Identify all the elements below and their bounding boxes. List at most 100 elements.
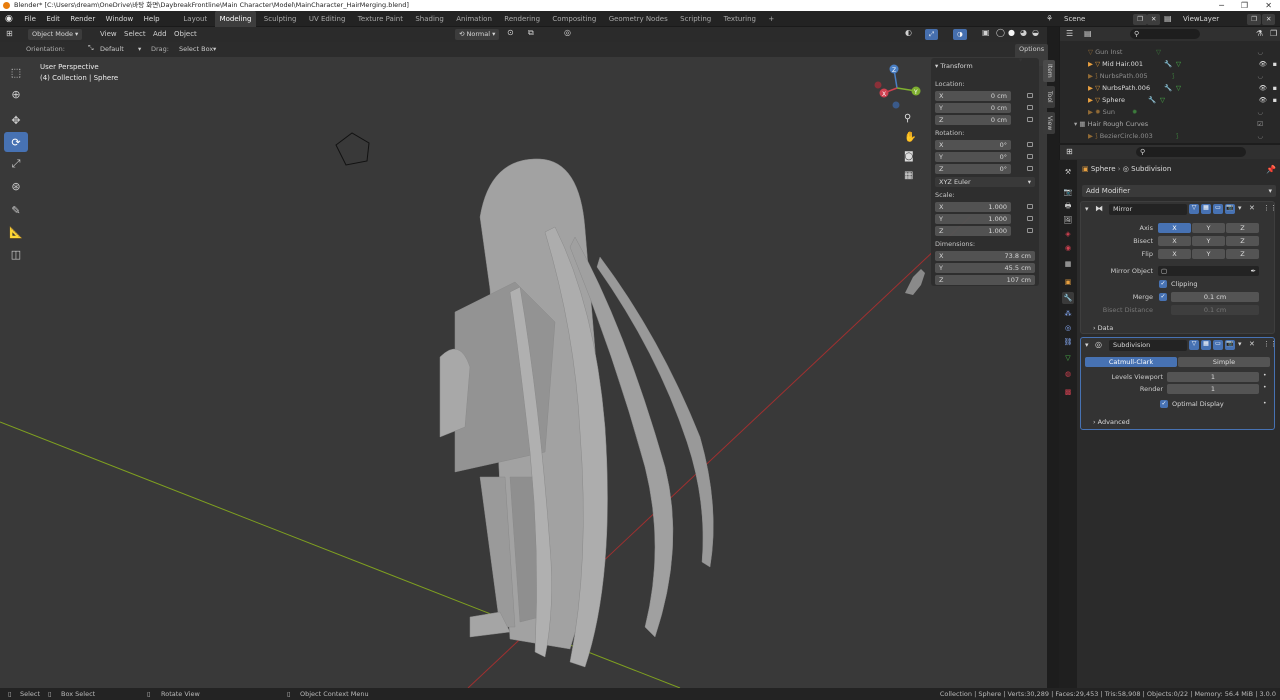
wireframe-shading-icon[interactable]: ◯ (996, 28, 1005, 37)
bisect-x-toggle[interactable]: X (1158, 236, 1191, 246)
editor-type-icon[interactable]: ⊞ (6, 29, 13, 38)
output-tab-icon[interactable]: 🖶 (1062, 200, 1074, 212)
bisect-distance-field[interactable]: 0.1 cm (1171, 305, 1259, 315)
particles-tab-icon[interactable]: ⁂ (1062, 308, 1074, 320)
move-tool-icon[interactable]: ✥ (4, 110, 28, 130)
tab-texturing[interactable]: Texturing (719, 11, 761, 27)
outliner-row[interactable]: ▶ ⟆ BezierCircle.003 ⟆ ◡ (1060, 130, 1280, 142)
lock-location-y-icon[interactable] (1027, 105, 1033, 110)
tab-layout[interactable]: Layout (178, 11, 212, 27)
tab-texture-paint[interactable]: Texture Paint (353, 11, 408, 27)
advanced-subpanel-toggle[interactable]: › Advanced (1093, 418, 1130, 426)
render-levels-field[interactable]: 1 (1167, 384, 1259, 394)
visibility-eye-icon[interactable]: 👁 (1259, 82, 1267, 94)
properties-editor-icon[interactable]: ⊞ (1066, 147, 1073, 156)
orientation-dropdown[interactable]: Default (100, 42, 124, 57)
clipping-checkbox[interactable]: ✓ (1159, 280, 1167, 288)
bisect-z-toggle[interactable]: Z (1226, 236, 1259, 246)
lock-scale-z-icon[interactable] (1027, 228, 1033, 233)
menu-render[interactable]: Render (66, 11, 99, 27)
visibility-eye-icon[interactable]: ◡ (1257, 70, 1263, 82)
rotation-mode-dropdown[interactable]: XYZ Euler ▾ (935, 177, 1035, 187)
merge-distance-field[interactable]: 0.1 cm (1171, 292, 1259, 302)
simple-button[interactable]: Simple (1178, 357, 1270, 367)
measure-tool-icon[interactable]: 📐 (4, 222, 28, 242)
menu-help[interactable]: Help (140, 11, 164, 27)
new-scene-icon[interactable]: ❐ (1133, 14, 1147, 25)
optimal-display-checkbox[interactable]: ✓ (1160, 400, 1168, 408)
keyframe-dot-icon[interactable]: • (1263, 384, 1267, 391)
scale-z-field[interactable]: Z 1.000 (935, 226, 1011, 236)
outliner-row[interactable]: ▽ Gun Inst ▽ ◡ (1060, 46, 1280, 58)
location-y-field[interactable]: Y 0 cm (935, 103, 1011, 113)
overlay-toggle-icon[interactable]: ◑ (953, 29, 967, 40)
constraints-tab-icon[interactable]: ⛓ (1062, 336, 1074, 348)
bisect-y-toggle[interactable]: Y (1192, 236, 1225, 246)
visibility-eye-icon[interactable]: 👁 (1259, 94, 1267, 106)
zoom-icon[interactable]: ⚲ (904, 113, 911, 124)
close-icon[interactable]: ✕ (1265, 0, 1272, 11)
tab-geometry-nodes[interactable]: Geometry Nodes (604, 11, 673, 27)
view-layer-tab-icon[interactable]: 🖼 (1062, 214, 1074, 226)
scale-x-field[interactable]: X 1.000 (935, 202, 1011, 212)
grid-projection-icon[interactable]: ▦ (904, 170, 913, 181)
edit-mode-toggle-icon[interactable]: ▽ (1189, 340, 1199, 350)
visibility-eye-icon[interactable]: ◡ (1257, 106, 1263, 118)
render-toggle-icon[interactable]: 📷 (1225, 204, 1235, 214)
tab-modeling[interactable]: Modeling (214, 11, 257, 27)
lock-rotation-y-icon[interactable] (1027, 154, 1033, 159)
drag-dropdown[interactable]: Select Box (179, 42, 213, 57)
lock-rotation-z-icon[interactable] (1027, 166, 1033, 171)
flip-z-toggle[interactable]: Z (1226, 249, 1259, 259)
lock-location-z-icon[interactable] (1027, 117, 1033, 122)
scale-tool-icon[interactable]: ⤢ (4, 154, 28, 174)
gizmo-toggle-icon[interactable]: ⤢ (925, 29, 939, 40)
render-camera-icon[interactable]: ▪ (1273, 58, 1277, 70)
cage-toggle-icon[interactable]: ▦ (1201, 204, 1211, 214)
outliner-row[interactable]: ▶ ▽ NurbsPath.006 🔧 ▽ 👁 ▪ (1060, 82, 1280, 94)
menu-edit[interactable]: Edit (42, 11, 64, 27)
lock-location-x-icon[interactable] (1027, 93, 1033, 98)
eyedropper-icon[interactable]: ✒ (1251, 266, 1259, 276)
axis-z-toggle[interactable]: Z (1226, 223, 1259, 233)
cage-toggle-icon[interactable]: ▦ (1201, 340, 1211, 350)
lock-scale-y-icon[interactable] (1027, 216, 1033, 221)
dimensions-x-field[interactable]: X 73.8 cm (935, 251, 1035, 261)
tab-compositing[interactable]: Compositing (547, 11, 601, 27)
visibility-icon[interactable]: ◐ (905, 28, 912, 37)
location-z-field[interactable]: Z 0 cm (935, 115, 1011, 125)
render-camera-icon[interactable]: ▪ (1273, 94, 1277, 106)
blender-menu-icon[interactable]: ◉ (0, 11, 18, 27)
flip-x-toggle[interactable]: X (1158, 249, 1191, 259)
tab-scripting[interactable]: Scripting (675, 11, 716, 27)
drag-handle-icon[interactable]: ⋮⋮ (1263, 340, 1277, 348)
select-box-tool-icon[interactable]: ⬚ (4, 62, 28, 82)
data-subpanel-toggle[interactable]: › Data (1093, 324, 1113, 332)
remove-subdivision-icon[interactable]: ✕ (1249, 340, 1255, 348)
modifier-tab-icon[interactable]: 🔧 (1062, 292, 1074, 304)
physics-tab-icon[interactable]: ◎ (1062, 322, 1074, 334)
navigation-gizmo[interactable]: Z Y X (872, 63, 922, 113)
xray-toggle-icon[interactable]: ▣ (982, 28, 990, 37)
collection-checkbox-icon[interactable]: ☑ (1257, 118, 1263, 130)
remove-view-layer-icon[interactable]: ✕ (1262, 14, 1276, 25)
solid-shading-icon[interactable]: ● (1008, 28, 1015, 37)
pan-hand-icon[interactable]: ✋ (904, 132, 916, 143)
outliner-search-input[interactable]: ⚲ (1130, 29, 1200, 39)
lock-scale-x-icon[interactable] (1027, 204, 1033, 209)
tab-rendering[interactable]: Rendering (499, 11, 545, 27)
keyframe-dot-icon[interactable]: • (1263, 400, 1267, 407)
tab-animation[interactable]: Animation (451, 11, 497, 27)
outliner-row[interactable]: ▾ ▦ Hair Rough Curves ☑ (1060, 118, 1280, 130)
rendered-shading-icon[interactable]: ◒ (1032, 28, 1039, 37)
object-tab-icon[interactable]: ▣ (1062, 276, 1074, 288)
remove-mirror-icon[interactable]: ✕ (1249, 204, 1255, 212)
collapse-subdivision-icon[interactable]: ▾ (1085, 341, 1089, 349)
render-camera-icon[interactable]: ▪ (1273, 82, 1277, 94)
tab-item[interactable]: Item (1043, 60, 1055, 82)
menu-file[interactable]: File (20, 11, 40, 27)
outliner-row[interactable]: ▶ ▽ Mid Hair.001 🔧 ▽ 👁 ▪ (1060, 58, 1280, 70)
camera-view-icon[interactable]: ◙ (904, 151, 914, 162)
snap-icon[interactable]: ⧉ (528, 28, 534, 38)
tab-view[interactable]: View (1043, 112, 1055, 134)
